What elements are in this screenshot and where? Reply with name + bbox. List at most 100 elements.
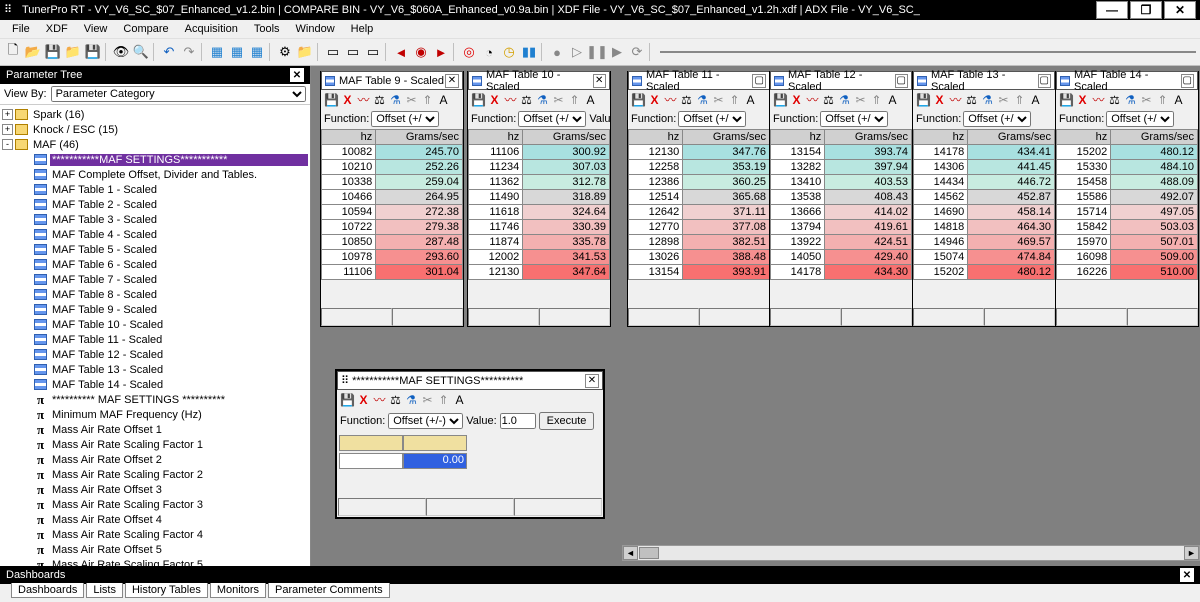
balance-icon[interactable]: ⚖ <box>821 92 836 107</box>
up-icon[interactable]: ⇑ <box>727 92 742 107</box>
func-a-icon[interactable]: A <box>1028 92 1043 107</box>
dashboard-tab[interactable]: Monitors <box>210 583 266 598</box>
right-icon[interactable]: ► <box>432 43 450 61</box>
tree-item[interactable]: Minimum MAF Frequency (Hz) <box>50 409 308 421</box>
tree-item[interactable]: Mass Air Rate Scaling Factor 3 <box>50 499 308 511</box>
col-hz[interactable]: hz <box>1057 130 1111 145</box>
pause-icon[interactable]: ❚❚ <box>588 43 606 61</box>
saveas-icon[interactable]: 💾 <box>84 43 102 61</box>
chart-icon[interactable]: 〰 <box>372 392 387 407</box>
flask-icon[interactable]: ⚗ <box>980 92 995 107</box>
expander-icon[interactable]: + <box>2 109 13 120</box>
gear-icon[interactable]: ⚙ <box>276 43 294 61</box>
menu-acquisition[interactable]: Acquisition <box>177 21 246 37</box>
slider-track[interactable] <box>660 51 1196 53</box>
flask-icon[interactable]: ⚗ <box>695 92 710 107</box>
cut-icon[interactable]: ✂ <box>420 392 435 407</box>
hex2-icon[interactable]: ▦ <box>228 43 246 61</box>
col-hz[interactable]: hz <box>629 130 683 145</box>
dashboard-tab[interactable]: History Tables <box>125 583 208 598</box>
tree-item[interactable]: MAF Table 10 - Scaled <box>50 319 308 331</box>
tree-group[interactable]: Spark (16) <box>31 109 308 121</box>
balance-icon[interactable]: ⚖ <box>519 92 534 107</box>
function-select[interactable]: Offset (+/-) <box>678 111 746 127</box>
mdi-hscroll[interactable]: ◄ ► <box>622 545 1200 561</box>
chart-icon[interactable]: 〰 <box>1091 92 1106 107</box>
func-a-icon[interactable]: A <box>885 92 900 107</box>
col-hz[interactable]: hz <box>914 130 968 145</box>
balance-icon[interactable]: ⚖ <box>1107 92 1122 107</box>
dashboards-close-button[interactable]: ✕ <box>1180 568 1194 582</box>
grid3-icon[interactable]: ▭ <box>364 43 382 61</box>
chart-icon[interactable]: 〰 <box>948 92 963 107</box>
cut-icon[interactable]: ✂ <box>711 92 726 107</box>
target-icon[interactable]: ◎ <box>460 43 478 61</box>
flask-icon[interactable]: ⚗ <box>535 92 550 107</box>
up-icon[interactable]: ⇑ <box>420 92 435 107</box>
tree-item[interactable]: MAF Table 1 - Scaled <box>50 184 308 196</box>
save-icon[interactable]: 💾 <box>340 392 355 407</box>
data-table[interactable]: hzGrams/sec14178434.4114306441.451443444… <box>913 129 1055 280</box>
col-grams[interactable]: Grams/sec <box>376 130 463 145</box>
func-a-icon[interactable]: A <box>436 92 451 107</box>
tree-item[interactable]: Mass Air Rate Offset 3 <box>50 484 308 496</box>
table-window-titlebar[interactable]: MAF Table 10 - Scaled✕ <box>468 71 610 90</box>
col-hz[interactable]: hz <box>322 130 376 145</box>
play-icon[interactable]: ▷ <box>568 43 586 61</box>
gauge-icon[interactable]: ◔ <box>480 43 498 61</box>
tree-item[interactable]: Mass Air Rate Offset 5 <box>50 544 308 556</box>
close-x-icon[interactable]: X <box>487 92 502 107</box>
data-table[interactable]: hzGrams/sec10082245.7010210252.261033825… <box>321 129 463 280</box>
clock-icon[interactable]: ◷ <box>500 43 518 61</box>
data-table[interactable]: hzGrams/sec11106300.9211234307.031136231… <box>468 129 610 280</box>
dashboard-tab[interactable]: Dashboards <box>11 583 84 598</box>
func-a-icon[interactable]: A <box>452 392 467 407</box>
up-icon[interactable]: ⇑ <box>436 392 451 407</box>
grid2-icon[interactable]: ▭ <box>344 43 362 61</box>
tree-item[interactable]: Mass Air Rate Scaling Factor 4 <box>50 529 308 541</box>
tree-item[interactable]: MAF Table 7 - Scaled <box>50 274 308 286</box>
grid-icon[interactable]: ▭ <box>324 43 342 61</box>
expander-icon[interactable]: + <box>2 124 13 135</box>
save-icon[interactable]: 💾 <box>44 43 62 61</box>
settings-cell-row[interactable] <box>339 453 403 469</box>
col-grams[interactable]: Grams/sec <box>825 130 912 145</box>
col-hz[interactable]: hz <box>469 130 523 145</box>
close-x-icon[interactable]: X <box>340 92 355 107</box>
settings-close-button[interactable]: ✕ <box>585 374 599 388</box>
hex-icon[interactable]: ▦ <box>208 43 226 61</box>
tree-item[interactable]: MAF Table 13 - Scaled <box>50 364 308 376</box>
table-window-titlebar[interactable]: MAF Table 12 - Scaled▢ <box>770 71 912 90</box>
function-select[interactable]: Offset (+/-) <box>963 111 1031 127</box>
dashboard-tab[interactable]: Lists <box>86 583 123 598</box>
cut-icon[interactable]: ✂ <box>1139 92 1154 107</box>
window-close-button[interactable]: ✕ <box>445 74 459 88</box>
new-icon[interactable]: 🗋 <box>4 43 22 61</box>
table-window-titlebar[interactable]: MAF Table 11 - Scaled▢ <box>628 71 770 90</box>
tree-item[interactable]: Mass Air Rate Offset 4 <box>50 514 308 526</box>
maximize-button[interactable]: ❐ <box>1130 1 1162 19</box>
folder-icon[interactable]: 📁 <box>64 43 82 61</box>
tree-item[interactable]: MAF Table 3 - Scaled <box>50 214 308 226</box>
function-select[interactable]: Offset (+/-) <box>518 111 586 127</box>
save-icon[interactable]: 💾 <box>1059 92 1074 107</box>
table-window-titlebar[interactable]: MAF Table 14 - Scaled▢ <box>1056 71 1198 90</box>
balance-icon[interactable]: ⚖ <box>964 92 979 107</box>
flask-icon[interactable]: ⚗ <box>1123 92 1138 107</box>
up-icon[interactable]: ⇑ <box>1012 92 1027 107</box>
tree-item[interactable]: MAF Table 11 - Scaled <box>50 334 308 346</box>
bars-icon[interactable]: ▮▮ <box>520 43 538 61</box>
dashboard-tab[interactable]: Parameter Comments <box>268 583 390 598</box>
window-box-button[interactable]: ▢ <box>895 74 909 88</box>
tree-item[interactable]: MAF Table 14 - Scaled <box>50 379 308 391</box>
hex3-icon[interactable]: ▦ <box>248 43 266 61</box>
func-a-icon[interactable]: A <box>1171 92 1186 107</box>
col-grams[interactable]: Grams/sec <box>523 130 610 145</box>
menu-compare[interactable]: Compare <box>115 21 176 37</box>
settings-cell-value[interactable]: 0.00 <box>403 453 467 469</box>
pin-icon[interactable]: ◉ <box>412 43 430 61</box>
expander-icon[interactable]: - <box>2 139 13 150</box>
tree-item[interactable]: ********** MAF SETTINGS ********** <box>50 394 308 406</box>
eye-icon[interactable]: 👁 <box>112 43 130 61</box>
scroll-thumb[interactable] <box>639 547 659 559</box>
